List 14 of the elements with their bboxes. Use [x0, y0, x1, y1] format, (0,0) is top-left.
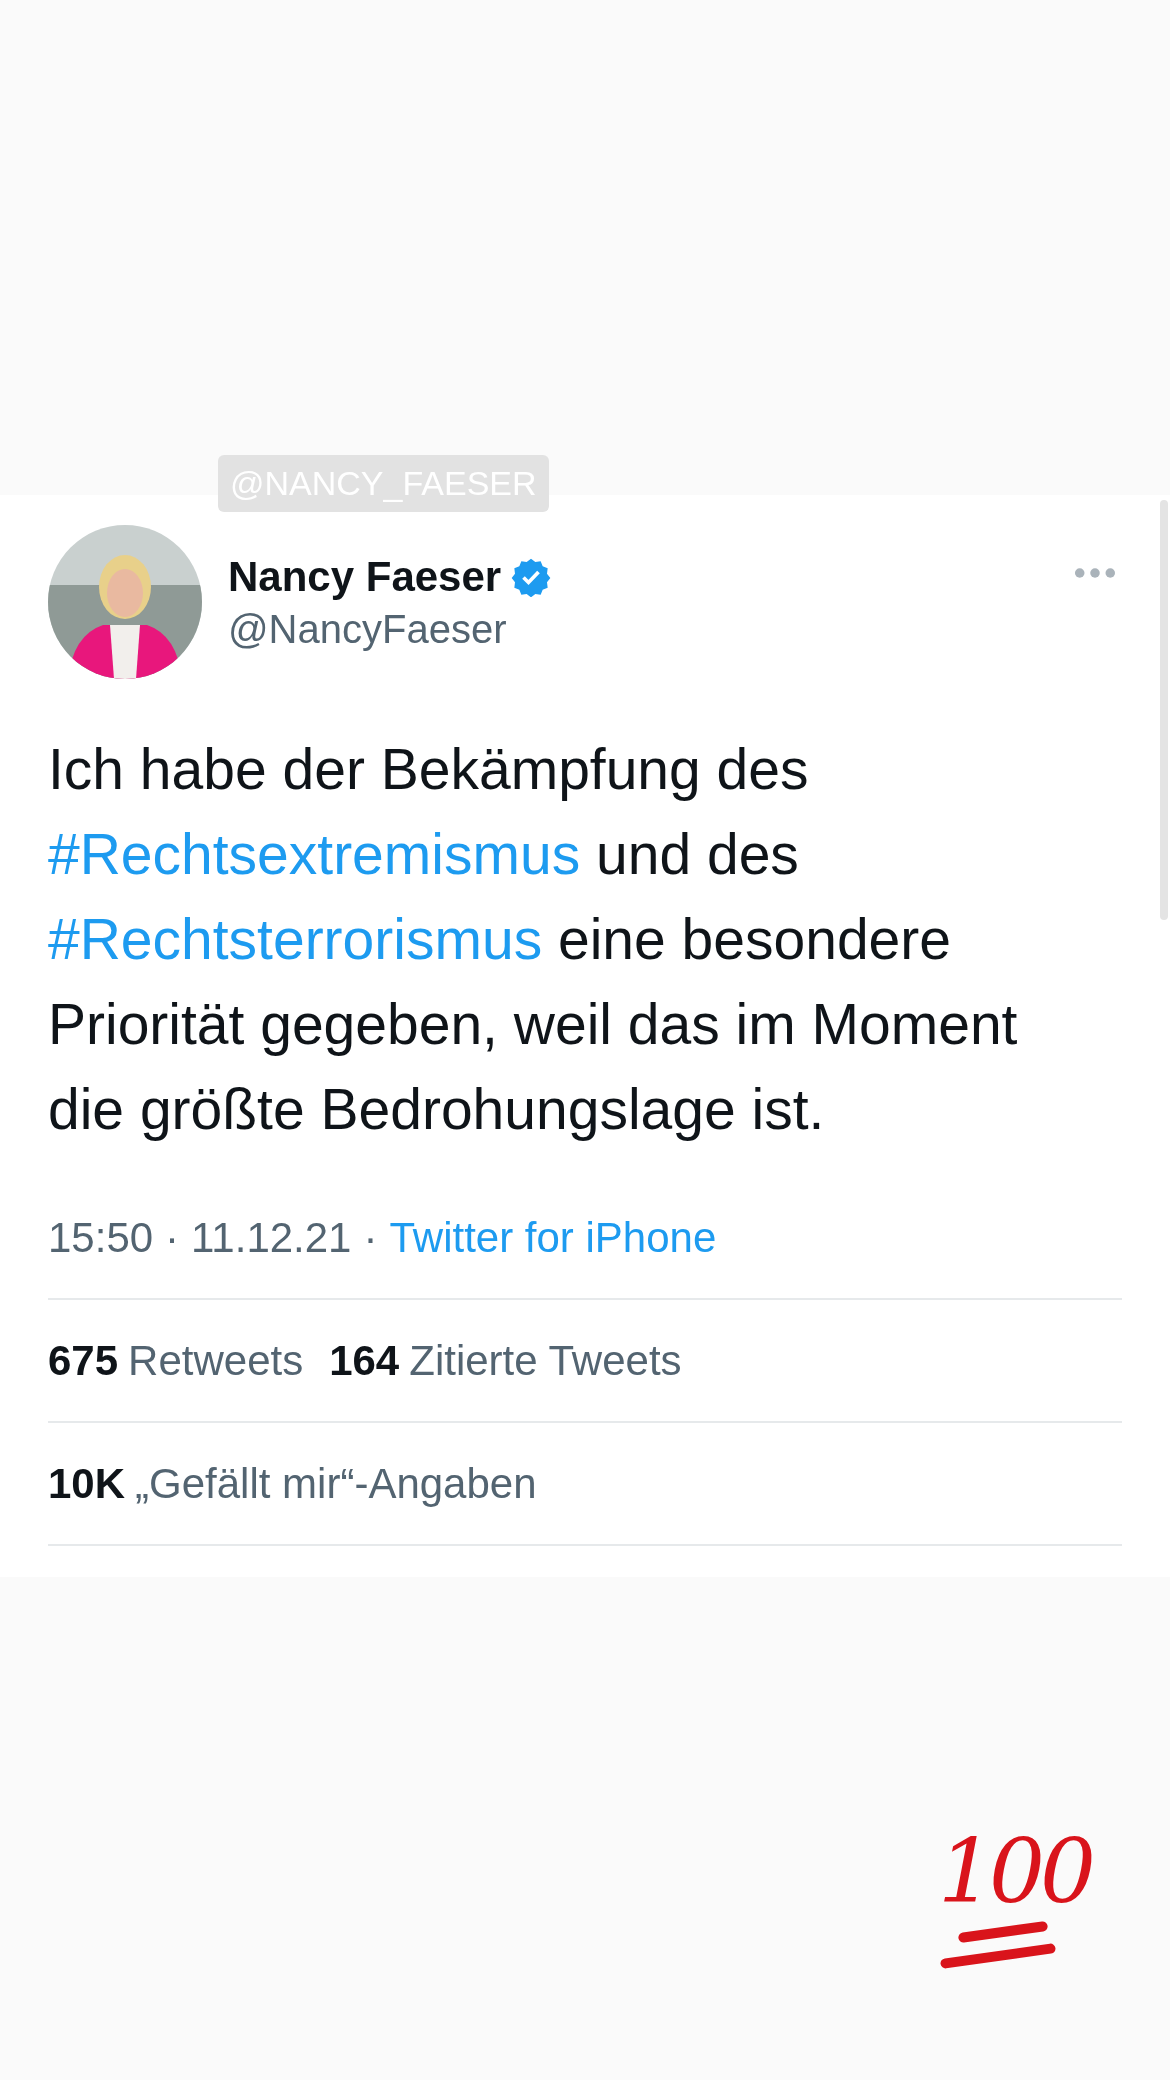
- tweet-text: Ich habe der Bekämpfung des #Rechtsextremismus und des #Rechtsterrorismus eine besondere Priorität gegeben, weil das im Moment die größte Bedrohungslage ist.: [48, 736, 1019, 1143]
- stat-count[interactable]: 675: [48, 1336, 119, 1385]
- separator-dot: ·: [363, 1214, 378, 1262]
- stat-count[interactable]: 164: [329, 1336, 400, 1385]
- like-label[interactable]: „Gefällt mir“-Angaben: [135, 1459, 537, 1508]
- tweet-time: 15:50: [48, 1214, 154, 1262]
- separator-dot: ·: [165, 1214, 180, 1262]
- author-name[interactable]: Nancy Faeser: [228, 552, 502, 601]
- stat-label[interactable]: Retweets: [128, 1336, 304, 1385]
- stat-label[interactable]: Zitierte Tweets: [409, 1336, 682, 1385]
- like-count[interactable]: 10K: [48, 1459, 126, 1508]
- hundred-sticker: 100: [930, 1817, 1110, 1977]
- author-handle[interactable]: @NancyFaeser: [228, 606, 1074, 652]
- tweet-date: 11.12.21: [191, 1214, 352, 1262]
